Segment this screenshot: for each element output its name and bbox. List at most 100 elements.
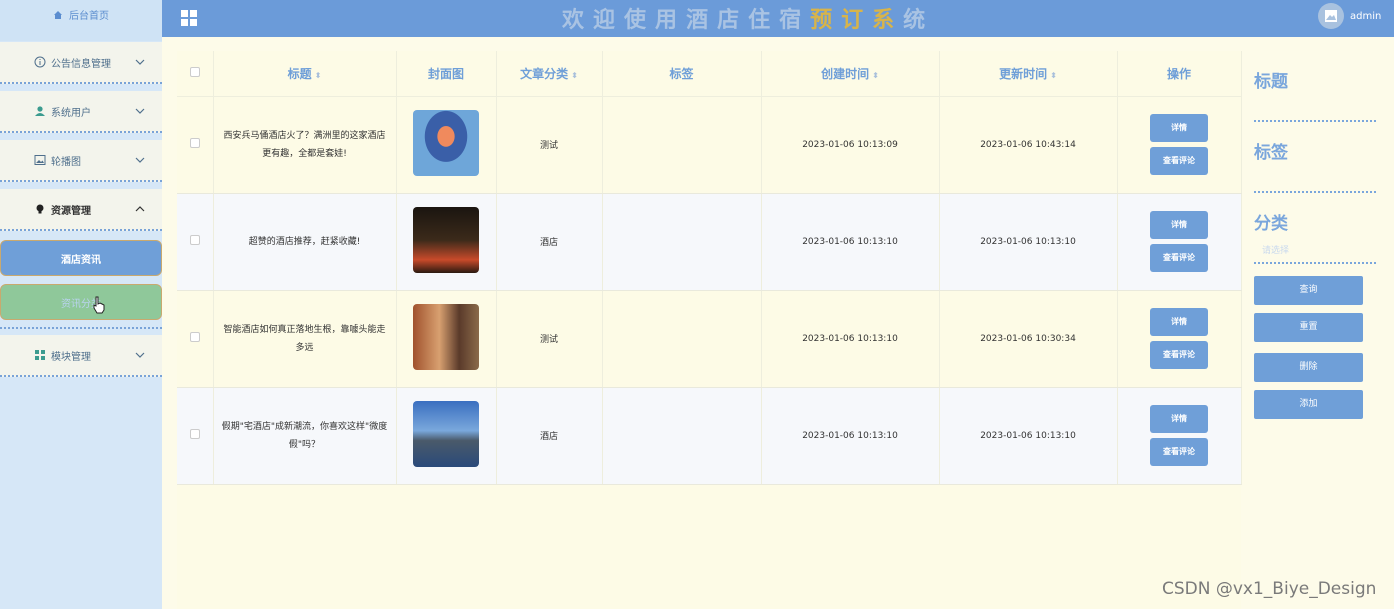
sidebar-home-label: 后台首页 (69, 11, 109, 22)
cell-cover (396, 193, 497, 291)
sidebar-item-label: 系统用户 (51, 107, 91, 119)
column-header-title[interactable]: 标题 ⬍ (213, 51, 397, 97)
table-row: 超赞的酒店推荐，赶紧收藏! 酒店 2023-01-06 10:13:10 202… (177, 193, 1242, 291)
submenu-news-category[interactable]: 资讯分类 (0, 284, 162, 320)
cell-actions: 详情 查看评论 (1117, 96, 1242, 194)
table-row: 西安兵马俑酒店火了？满洲里的这家酒店更有趣，全都是套娃! 测试 2023-01-… (177, 96, 1242, 194)
sort-icon[interactable]: ⬍ (315, 71, 322, 80)
view-comments-button[interactable]: 查看评论 (1150, 147, 1208, 175)
reset-button[interactable]: 重置 (1254, 313, 1363, 342)
filter-category-select[interactable]: 请选择 (1262, 243, 1289, 256)
column-header-actions: 操作 (1117, 51, 1242, 97)
row-checkbox[interactable] (177, 96, 214, 194)
sidebar: 后台首页 公告信息管理 系统用户 轮播图 资源管理 酒店资讯 资讯分类 模块管理 (0, 0, 162, 609)
search-button[interactable]: 查询 (1254, 276, 1363, 305)
column-header-updated[interactable]: 更新时间 ⬍ (939, 51, 1118, 97)
cell-title: 假期"宅酒店"成新潮流，你喜欢这样"微度假"吗？ (213, 387, 397, 485)
chevron-down-icon (135, 157, 145, 163)
column-header-created[interactable]: 创建时间 ⬍ (761, 51, 940, 97)
row-checkbox[interactable] (177, 193, 214, 291)
chevron-down-icon (135, 59, 145, 65)
detail-button[interactable]: 详情 (1150, 211, 1208, 239)
sidebar-item-modules[interactable]: 模块管理 (0, 335, 162, 377)
sidebar-item-notice[interactable]: 公告信息管理 (0, 42, 162, 84)
cell-created: 2023-01-06 10:13:09 (761, 96, 940, 194)
filter-title-label: 标题 (1254, 72, 1288, 92)
detail-button[interactable]: 详情 (1150, 114, 1208, 142)
add-button[interactable]: 添加 (1254, 390, 1363, 419)
row-checkbox[interactable] (177, 290, 214, 388)
article-table: 标题 ⬍ 封面图 文章分类 ⬍ 标签 创建时间 ⬍ 更新时间 ⬍ 操作 西安兵马俑酒店火… (177, 51, 1242, 609)
sidebar-home[interactable]: 后台首页 (0, 0, 162, 41)
delete-button[interactable]: 删除 (1254, 353, 1363, 382)
cover-image (413, 304, 479, 370)
divider (1254, 262, 1376, 264)
image-icon (1325, 10, 1337, 22)
cell-category: 测试 (496, 96, 603, 194)
cell-cover (396, 96, 497, 194)
avatar[interactable] (1318, 3, 1344, 29)
column-header-category[interactable]: 文章分类 ⬍ (496, 51, 603, 97)
username[interactable]: admin (1350, 11, 1381, 22)
user-icon (34, 105, 46, 117)
table-header: 标题 ⬍ 封面图 文章分类 ⬍ 标签 创建时间 ⬍ 更新时间 ⬍ 操作 (177, 51, 1242, 97)
cell-updated: 2023-01-06 10:13:10 (939, 387, 1118, 485)
cell-updated: 2023-01-06 10:30:34 (939, 290, 1118, 388)
table-row: 假期"宅酒店"成新潮流，你喜欢这样"微度假"吗？ 酒店 2023-01-06 1… (177, 387, 1242, 485)
cell-updated: 2023-01-06 10:13:10 (939, 193, 1118, 291)
filter-panel: 标题 标签 分类 请选择 查询 重置 删除 添加 (1242, 51, 1394, 609)
bulb-icon (34, 203, 46, 215)
select-all-checkbox[interactable] (177, 51, 214, 97)
detail-button[interactable]: 详情 (1150, 308, 1208, 336)
view-comments-button[interactable]: 查看评论 (1150, 244, 1208, 272)
cell-title: 西安兵马俑酒店火了？满洲里的这家酒店更有趣，全都是套娃! (213, 96, 397, 194)
sidebar-item-carousel[interactable]: 轮播图 (0, 140, 162, 182)
chevron-up-icon (135, 206, 145, 212)
row-checkbox[interactable] (177, 387, 214, 485)
detail-button[interactable]: 详情 (1150, 405, 1208, 433)
cell-updated: 2023-01-06 10:43:14 (939, 96, 1118, 194)
cell-tag (602, 96, 762, 194)
cell-tag (602, 290, 762, 388)
view-comments-button[interactable]: 查看评论 (1150, 438, 1208, 466)
filter-tag-label: 标签 (1254, 143, 1288, 163)
cell-title: 超赞的酒店推荐，赶紧收藏! (213, 193, 397, 291)
column-header-cover: 封面图 (396, 51, 497, 97)
column-header-tag: 标签 (602, 51, 762, 97)
sort-icon[interactable]: ⬍ (571, 71, 578, 80)
chevron-down-icon (135, 352, 145, 358)
cell-actions: 详情 查看评论 (1117, 290, 1242, 388)
view-comments-button[interactable]: 查看评论 (1150, 341, 1208, 369)
cover-image (413, 110, 479, 176)
menu-toggle-icon[interactable] (180, 9, 198, 27)
cell-actions: 详情 查看评论 (1117, 387, 1242, 485)
filter-tag-input[interactable] (1254, 191, 1376, 193)
cell-created: 2023-01-06 10:13:10 (761, 290, 940, 388)
image-icon (34, 154, 46, 166)
page-title: 欢迎使用酒店住宿预订系统 (562, 7, 935, 33)
grid-icon (34, 349, 46, 361)
filter-title-input[interactable] (1254, 120, 1376, 122)
cell-actions: 详情 查看评论 (1117, 193, 1242, 291)
cell-tag (602, 387, 762, 485)
sidebar-item-label: 公告信息管理 (51, 58, 111, 70)
cell-category: 测试 (496, 290, 603, 388)
cell-category: 酒店 (496, 193, 603, 291)
sort-icon[interactable]: ⬍ (1050, 71, 1057, 80)
sidebar-item-users[interactable]: 系统用户 (0, 91, 162, 133)
sidebar-item-label: 资源管理 (51, 205, 91, 217)
sort-icon[interactable]: ⬍ (872, 71, 879, 80)
submenu-hotel-news[interactable]: 酒店资讯 (0, 240, 162, 276)
filter-category-label: 分类 (1254, 214, 1288, 234)
divider (0, 327, 162, 329)
cell-created: 2023-01-06 10:13:10 (761, 387, 940, 485)
sidebar-item-resources[interactable]: 资源管理 (0, 189, 162, 231)
table-row: 智能酒店如何真正落地生根，靠噱头能走多远 测试 2023-01-06 10:13… (177, 290, 1242, 388)
cell-tag (602, 193, 762, 291)
home-icon (54, 10, 62, 19)
cell-category: 酒店 (496, 387, 603, 485)
sidebar-item-label: 轮播图 (51, 156, 81, 168)
chevron-down-icon (135, 108, 145, 114)
cover-image (413, 401, 479, 467)
cell-title: 智能酒店如何真正落地生根，靠噱头能走多远 (213, 290, 397, 388)
